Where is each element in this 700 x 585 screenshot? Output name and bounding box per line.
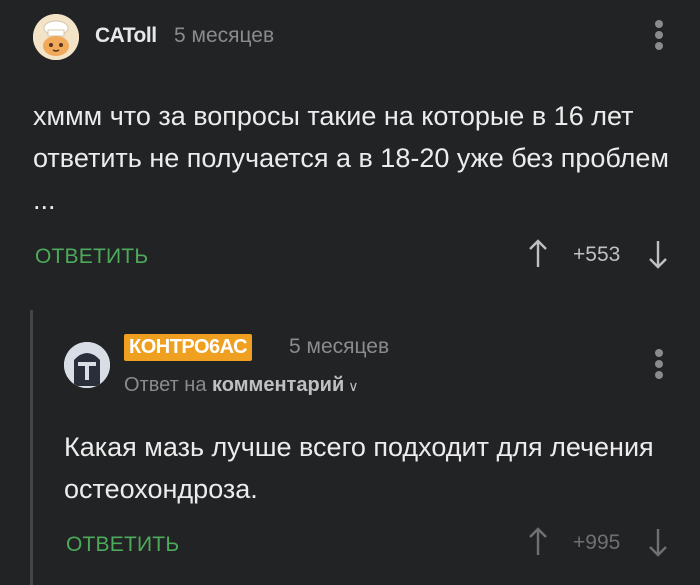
reply-to[interactable]: Ответ на комментарий ∨ (124, 374, 359, 397)
username[interactable]: CAToll (95, 24, 157, 48)
avatar[interactable] (33, 14, 79, 60)
comment-text: хммм что за вопросы такие на которые в 1… (33, 101, 669, 215)
knight-helmet-avatar-icon (64, 342, 110, 388)
upvote-arrow-icon[interactable] (528, 239, 548, 269)
reply-to-prefix: Ответ на (124, 374, 207, 396)
cat-chef-avatar-icon (33, 14, 79, 60)
timestamp[interactable]: 5 месяцев (289, 335, 389, 359)
chevron-down-icon[interactable]: ∨ (348, 378, 358, 394)
reply-button[interactable]: ОТВЕТИТЬ (66, 533, 179, 557)
upvote-arrow-icon[interactable] (528, 527, 548, 557)
comment-rating: +553 (573, 243, 621, 266)
comment-text: Какая мазь лучше всего подходит для лече… (64, 432, 654, 504)
username-badge[interactable]: КОНТРО6АС (124, 334, 253, 361)
comment-rating: +995 (573, 531, 621, 554)
downvote-arrow-icon[interactable] (648, 527, 668, 557)
reply-to-link[interactable]: комментарий (212, 374, 344, 396)
downvote-arrow-icon[interactable] (648, 239, 668, 269)
avatar[interactable] (64, 342, 110, 388)
more-options-icon[interactable] (654, 20, 664, 53)
comment: CAToll 5 месяцев хммм что за вопросы так… (0, 0, 700, 290)
comment: КОНТРО6АС 5 месяцев Ответ на комментарий… (0, 300, 700, 585)
timestamp[interactable]: 5 месяцев (174, 24, 274, 48)
more-options-icon[interactable] (654, 349, 664, 382)
reply-button[interactable]: ОТВЕТИТЬ (35, 245, 148, 269)
